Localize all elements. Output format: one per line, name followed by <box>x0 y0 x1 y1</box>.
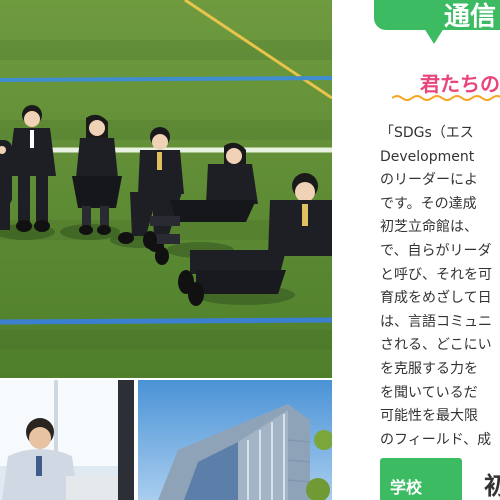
article-line: される、どこにい <box>380 337 492 354</box>
speech-bubble-tail <box>424 28 444 44</box>
article-line: 可能性を最大限 <box>380 408 478 425</box>
school-name: 初 <box>484 472 500 500</box>
students-field-photo <box>0 0 332 378</box>
article-line: 「SDGs（エス <box>380 125 474 141</box>
article-line: Development <box>380 148 475 165</box>
wavy-underline <box>392 95 500 101</box>
article-line: です。その達成 <box>380 195 477 212</box>
article-line: を聞いているだ <box>380 384 478 401</box>
article-line: と呼び、それを可 <box>380 266 492 283</box>
school-label: 学校 <box>390 478 423 497</box>
article-line: 育成をめざして日 <box>380 290 492 307</box>
article-line: のフィールド、成 <box>380 431 492 448</box>
article-line: 初芝立命館は、 <box>380 219 478 236</box>
article-line: のリーダーによ <box>380 172 478 189</box>
article-column: 通信 君たちの 「SDGs（エス Development のリーダーによ です。… <box>332 0 500 500</box>
school-info-bar: 学校 初 <box>380 454 500 500</box>
article-line: を克服する力を <box>380 360 478 377</box>
article-line: は、言語コミュニ <box>380 313 492 330</box>
teacher-photo <box>0 380 134 500</box>
header-title: 通信 <box>444 2 497 32</box>
article-line: で、自らがリーダ <box>380 242 492 259</box>
section-heading: 君たちの <box>420 72 500 96</box>
school-building-photo <box>138 380 332 500</box>
article-body: 「SDGs（エス Development のリーダーによ です。その達成 初芝立… <box>380 122 500 452</box>
